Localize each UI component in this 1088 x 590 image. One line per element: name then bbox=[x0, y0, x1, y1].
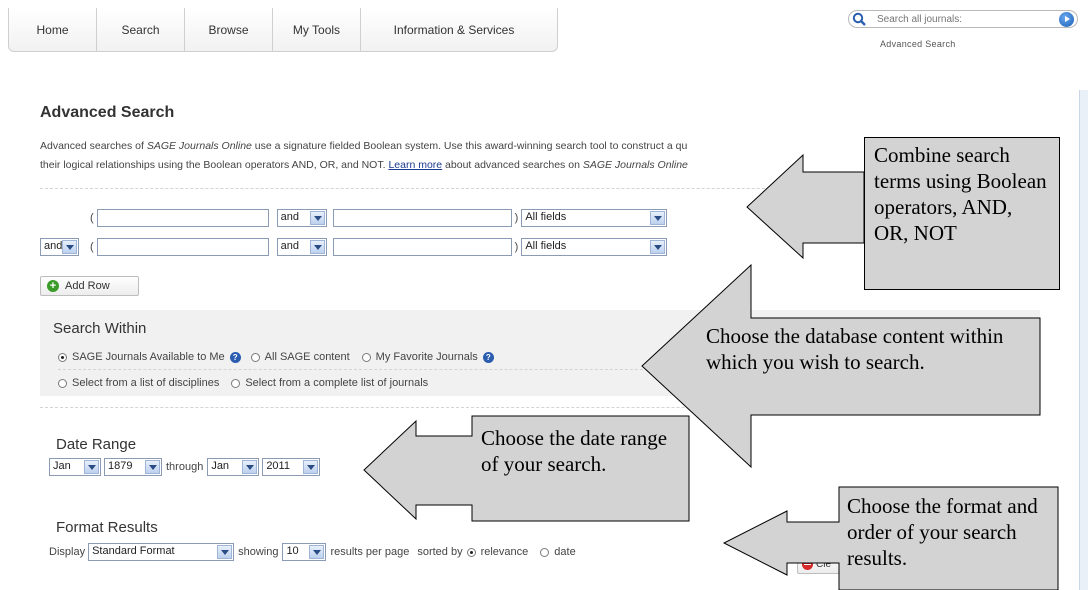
callout-date: Choose the date range of your search. bbox=[481, 426, 668, 476]
callout-format: Choose the format and order of your sear… bbox=[847, 494, 1038, 570]
callout-boolean: Combine search terms using Boolean opera… bbox=[864, 137, 1060, 290]
callout-database: Choose the database content within which… bbox=[706, 324, 1004, 374]
arrow-shape bbox=[746, 153, 865, 260]
